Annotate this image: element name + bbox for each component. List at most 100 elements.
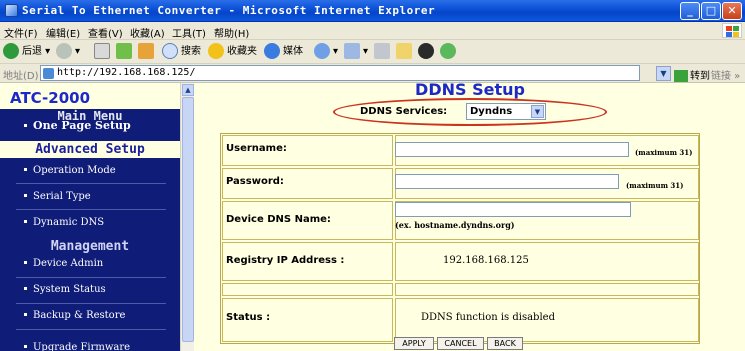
print-icon [374,43,390,59]
links-button[interactable]: 链接 » [711,67,740,82]
back-button[interactable]: 后退 ▾ [3,43,50,61]
home-button[interactable] [138,43,157,61]
username-label: Username: [226,143,287,154]
scroll-up-button[interactable]: ▲ [182,84,194,96]
messenger-icon [418,43,434,59]
menu-file[interactable]: 文件(F) [4,25,38,40]
history-button[interactable]: ▾ [314,43,338,61]
sidebar-scrollbar[interactable]: ▲ [180,83,194,351]
bullet-icon [24,345,27,348]
advanced-setup-heading: Advanced Setup [0,141,180,158]
minimize-button[interactable]: _ [680,2,700,20]
forward-button[interactable]: ▾ [56,43,80,61]
sidebar-item-backup-restore[interactable]: Backup & Restore [12,303,180,328]
registry-ip-value-cell [395,242,699,281]
windows-logo-icon [722,23,742,38]
bullet-icon [24,123,27,127]
sidebar-item-device-admin[interactable]: Device Admin [12,251,180,276]
maximize-button[interactable]: □ [701,2,721,20]
sidebar-item-operation-mode[interactable]: Operation Mode [12,158,180,183]
sidebar: ATC-2000 Main Menu One Page Setup Advanc… [0,83,180,351]
device-dns-hint: (ex. hostname.dyndns.org) [395,220,515,230]
page-icon [43,68,54,79]
media-button[interactable]: 媒体 [264,43,303,61]
msn-icon [440,43,456,59]
address-bar: 地址(D) http://192.168.168.125/ ▼ 转到 链接 » [0,64,745,83]
brand-title: ATC-2000 [10,89,91,107]
sidebar-item-system-status[interactable]: System Status [12,277,180,302]
username-hint: (maximum 31) [635,148,693,157]
back-arrow-icon [3,43,19,59]
print-button[interactable] [374,43,393,61]
registry-ip-value: 192.168.168.125 [443,255,529,266]
page-content: ATC-2000 Main Menu One Page Setup Advanc… [0,83,745,351]
registry-ip-label: Registry IP Address : [226,255,345,266]
page-title: DDNS Setup [415,83,525,99]
cancel-button[interactable]: CANCEL [437,337,484,350]
toolbar: 后退 ▾ ▾ 搜索 收藏夹 媒体 ▾ ▾ [0,40,745,64]
device-dns-input[interactable] [395,202,631,217]
search-icon [162,43,178,59]
address-url: http://192.168.168.125/ [57,67,196,78]
password-hint: (maximum 31) [626,181,684,190]
menu-edit[interactable]: 编辑(E) [46,25,80,40]
folder-icon [396,43,412,59]
apply-button[interactable]: APPLY [394,337,434,350]
spacer-cell [395,283,699,296]
ddns-form-table: Username: (maximum 31) Password: (maximu… [220,133,700,344]
refresh-icon [116,43,132,59]
menu-favorites[interactable]: 收藏(A) [130,25,165,40]
status-label: Status : [226,312,271,323]
ie-icon [5,4,18,17]
mail-icon [344,43,360,59]
window-title-bar[interactable]: Serial To Ethernet Converter - Microsoft… [0,0,745,22]
back-page-button[interactable]: BACK [487,337,523,350]
ddns-services-label: DDNS Services: [360,106,448,117]
status-value: DDNS function is disabled [421,312,555,323]
password-input[interactable] [395,174,619,189]
address-dropdown-button[interactable]: ▼ [656,66,671,81]
ddns-services-row: DDNS Services: Dyndns ▼ [360,103,600,121]
menu-view[interactable]: 查看(V) [88,25,123,40]
messenger-button[interactable] [418,43,437,61]
folder-button[interactable] [396,43,415,61]
device-dns-label: Device DNS Name: [226,214,331,225]
close-button[interactable]: ✕ [722,2,742,20]
mail-button[interactable]: ▾ [344,43,368,61]
ddns-services-select[interactable]: Dyndns ▼ [466,103,546,120]
username-input[interactable] [395,142,629,157]
menu-bar: 文件(F) 编辑(E) 查看(V) 收藏(A) 工具(T) 帮助(H) [0,22,745,40]
sidebar-item-upgrade-firmware[interactable]: Upgrade Firmware [12,335,180,351]
bullet-icon [24,261,27,264]
bullet-icon [24,287,27,290]
menu-help[interactable]: 帮助(H) [214,25,249,40]
home-icon [138,43,154,59]
ddns-services-value: Dyndns [470,106,513,117]
history-icon [314,43,330,59]
password-label: Password: [226,176,284,187]
scroll-thumb[interactable] [182,97,194,342]
bullet-icon [24,168,27,171]
address-label: 地址(D) [3,71,39,82]
brand: ATC-2000 [0,83,180,109]
media-icon [264,43,280,59]
refresh-button[interactable] [116,43,135,61]
stop-button[interactable] [94,43,113,61]
msn-button[interactable] [440,43,459,61]
sidebar-item-serial-type[interactable]: Serial Type [12,184,180,209]
bullet-icon [24,194,27,197]
sidebar-item-dynamic-dns[interactable]: Dynamic DNS [12,210,180,235]
sidebar-item-one-page-setup[interactable]: One Page Setup [12,113,180,138]
address-input[interactable]: http://192.168.168.125/ [40,65,640,81]
forward-arrow-icon [56,43,72,59]
stop-icon [94,43,110,59]
search-button[interactable]: 搜索 [162,43,201,61]
bullet-icon [24,220,27,223]
go-arrow-icon [674,70,688,82]
favorites-button[interactable]: 收藏夹 [208,43,257,61]
menu-tools[interactable]: 工具(T) [172,25,206,40]
go-button[interactable]: 转到 [674,67,710,82]
star-icon [208,43,224,59]
chevron-down-icon: ▼ [531,105,544,118]
spacer-cell [222,283,393,296]
